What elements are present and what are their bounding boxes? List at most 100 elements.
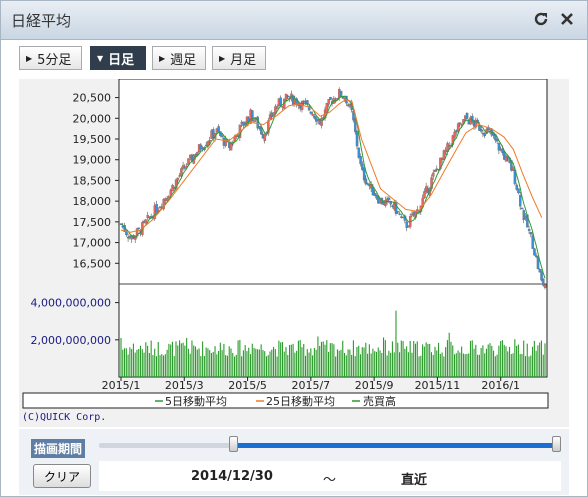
candlestick-chart: 20,500 20,000 19,500 19,000 18,500 18,000 17,5…: [22, 78, 549, 423]
legend-volume-label: 売買高: [363, 394, 396, 408]
slider-range-fill: [237, 443, 552, 448]
candle-body: [479, 129, 483, 132]
legend-ma25-label: 25日移動平均: [266, 394, 335, 408]
price-tick-label: 20,000: [73, 112, 112, 125]
price-tick-label: 17,500: [73, 216, 112, 229]
chart-area: 20,500 20,000 19,500 19,000 18,500 18,000 17,5…: [19, 78, 569, 427]
tab-label: 週足: [170, 52, 197, 68]
candle-body: [286, 95, 290, 98]
candle-body: [442, 150, 446, 160]
tab-caret-icon: ▶: [159, 53, 166, 63]
candle-body: [520, 207, 524, 210]
candle-body: [217, 126, 220, 133]
candle-body: [252, 120, 256, 122]
candle-body: [309, 111, 313, 114]
period-end-label: 直近: [401, 473, 428, 488]
candle-body: [387, 197, 391, 200]
candle-body: [362, 167, 366, 181]
candle-body: [320, 118, 323, 126]
candle-body: [542, 279, 545, 286]
price-tick-label: 18,000: [73, 195, 112, 208]
period-separator: 〜: [323, 473, 337, 488]
price-tick-label: 19,000: [73, 154, 112, 167]
candle-body: [458, 122, 462, 125]
nikkei-widget: 日経平均 ▶ 5分足 ▼ 日足 ▶ 週足 ▶ 月足 20,500 20,000 19,500…: [0, 0, 588, 497]
candle-body: [176, 177, 180, 181]
candle-body: [339, 90, 343, 97]
candle-body: [465, 113, 469, 119]
candle-body: [329, 97, 332, 100]
refresh-icon[interactable]: [531, 9, 551, 29]
candle-body: [263, 134, 267, 142]
candle-body: [196, 151, 199, 155]
x-tick-label: 2015/11: [415, 379, 461, 392]
tab-label: 日足: [108, 52, 135, 68]
clear-button[interactable]: クリア: [33, 464, 91, 488]
candle-body: [279, 97, 283, 106]
candle-body: [144, 219, 148, 224]
plot-frame: [118, 78, 548, 378]
tab-monthly[interactable]: ▶ 月足: [212, 46, 266, 70]
candle-body: [527, 229, 531, 231]
candle-body: [396, 211, 400, 213]
copyright-text: (C)QUICK Corp.: [22, 412, 106, 423]
tab-caret-icon: ▶: [26, 53, 33, 63]
price-tick-label: 19,500: [73, 133, 112, 146]
tab-caret-icon: ▶: [219, 53, 226, 63]
price-tick-label: 16,500: [73, 257, 112, 270]
candle-body: [364, 178, 368, 185]
candle-body: [517, 188, 520, 194]
tab-5min[interactable]: ▶ 5分足: [19, 46, 82, 70]
candle-body: [150, 216, 153, 218]
candle-body: [536, 256, 540, 270]
x-tick-label: 2015/1: [102, 379, 141, 392]
candle-body: [533, 248, 536, 256]
legend-ma5-label: 5日移動平均: [165, 394, 227, 408]
candle-body: [543, 284, 547, 288]
candle-body: [433, 169, 437, 172]
close-icon[interactable]: [557, 9, 577, 29]
tab-label: 5分足: [37, 52, 72, 68]
candle-body: [220, 135, 224, 137]
candle-body: [311, 113, 314, 116]
widget-titlebar: 日経平均: [1, 1, 587, 40]
x-tick-label: 2015/7: [291, 379, 330, 392]
candle-body: [456, 123, 460, 132]
candle-body: [534, 255, 538, 258]
candle-body: [432, 172, 435, 177]
period-range-display: 2014/12/30 〜 直近: [99, 461, 561, 491]
slider-start-handle[interactable]: [228, 436, 238, 452]
candle-body: [208, 139, 212, 142]
tab-daily[interactable]: ▼ 日足: [90, 46, 146, 70]
candle-body: [275, 106, 279, 109]
tab-label: 月足: [230, 52, 257, 68]
candle-body: [453, 131, 456, 138]
tab-caret-icon: ▼: [97, 53, 104, 63]
candle-body: [540, 271, 543, 281]
candle-body: [137, 227, 141, 230]
tab-weekly[interactable]: ▶ 週足: [152, 46, 206, 70]
slider-end-handle[interactable]: [552, 436, 561, 452]
price-tick-label: 18,500: [73, 174, 112, 187]
price-tick-label: 20,500: [73, 92, 112, 105]
x-tick-label: 2015/3: [165, 379, 204, 392]
period-panel: 描画期間 クリア 2014/12/30 〜 直近: [19, 429, 569, 495]
period-slider[interactable]: [99, 436, 561, 452]
x-tick-label: 2016/1: [481, 379, 520, 392]
widget-title: 日経平均: [11, 12, 72, 30]
candle-body: [423, 191, 426, 199]
candle-body: [519, 194, 522, 207]
volume-tick-label: 2,000,000,000: [31, 334, 111, 347]
candle-body: [531, 235, 534, 249]
candle-body: [359, 156, 362, 165]
x-tick-label: 2015/5: [228, 379, 267, 392]
period-label: 描画期間: [31, 439, 86, 458]
candle-body: [398, 213, 401, 215]
period-start-date: 2014/12/30: [191, 469, 273, 484]
volume-tick-label: 4,000,000,000: [31, 297, 111, 310]
candle-body: [327, 99, 330, 105]
x-tick-label: 2015/9: [355, 379, 394, 392]
candle-body: [183, 167, 187, 169]
price-tick-label: 17,000: [73, 237, 112, 250]
candle-body: [355, 131, 359, 147]
